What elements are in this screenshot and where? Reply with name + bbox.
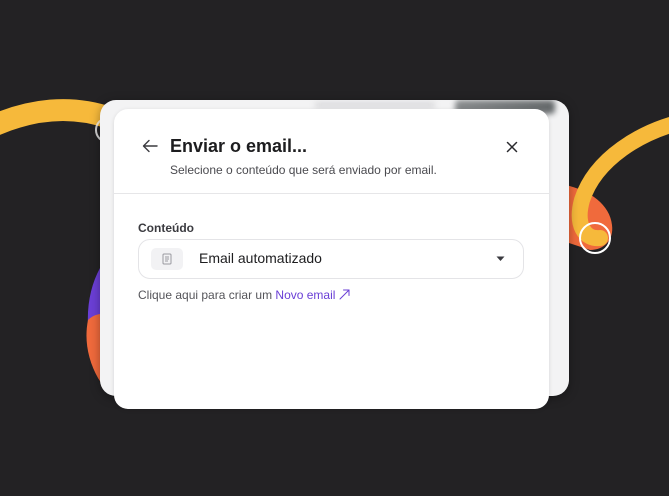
create-email-hint: Clique aqui para criar um Novo email	[138, 288, 350, 302]
new-email-link[interactable]: Novo email	[275, 288, 350, 302]
external-arrow-icon	[339, 289, 350, 300]
screen: Enviar o email... Selecione o conteúdo q…	[0, 0, 669, 496]
document-icon	[151, 248, 183, 270]
send-email-modal: Enviar o email... Selecione o conteúdo q…	[114, 109, 549, 409]
modal-subtitle: Selecione o conteúdo que será enviado po…	[170, 163, 437, 177]
close-icon	[506, 141, 518, 153]
modal-title: Enviar o email...	[170, 136, 308, 156]
caret-down-icon	[494, 254, 506, 264]
back-button[interactable]	[140, 137, 160, 155]
decor-yellow-ribbon-left	[0, 99, 121, 135]
close-button[interactable]	[502, 137, 522, 157]
content-field-label: Conteúdo	[138, 221, 194, 235]
content-select-value: Email automatizado	[199, 250, 322, 266]
modal-header: Enviar o email... Selecione o conteúdo q…	[114, 109, 549, 194]
content-select[interactable]: Email automatizado	[138, 239, 524, 279]
hint-text: Clique aqui para criar um	[138, 288, 276, 302]
blurred-content	[315, 102, 435, 108]
new-email-link-label: Novo email	[275, 288, 336, 302]
arrow-left-icon	[142, 139, 158, 153]
